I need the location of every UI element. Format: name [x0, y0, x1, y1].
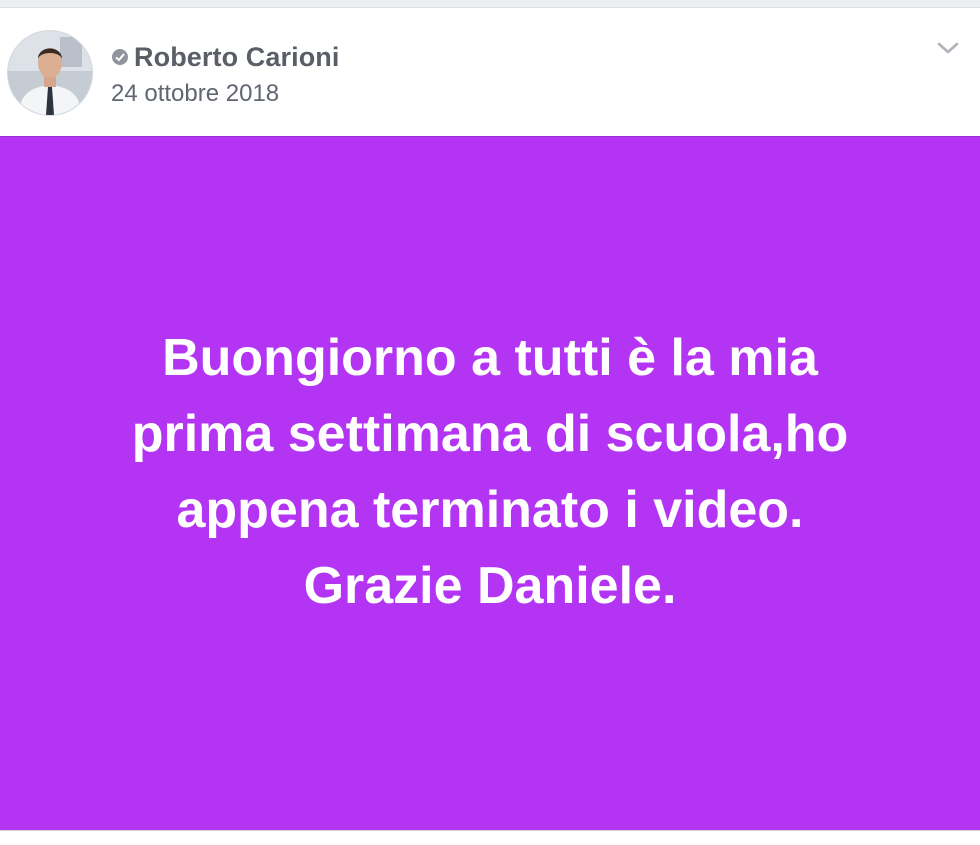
post-header: Roberto Carioni 24 ottobre 2018 — [0, 8, 980, 136]
author-name-link[interactable]: Roberto Carioni — [134, 42, 340, 73]
chevron-down-icon[interactable] — [934, 38, 962, 58]
verified-check-icon — [111, 48, 129, 66]
author-avatar[interactable] — [8, 31, 92, 115]
bottom-divider — [0, 830, 980, 845]
post-timestamp-link[interactable]: 24 ottobre 2018 — [111, 80, 279, 108]
author-row: Roberto Carioni — [111, 40, 340, 74]
top-divider — [0, 0, 980, 8]
colored-status-background: Buongiorno a tutti è la mia prima settim… — [0, 136, 980, 831]
post-text: Buongiorno a tutti è la mia prima settim… — [131, 329, 849, 615]
user-photo-avatar-icon — [8, 31, 92, 115]
